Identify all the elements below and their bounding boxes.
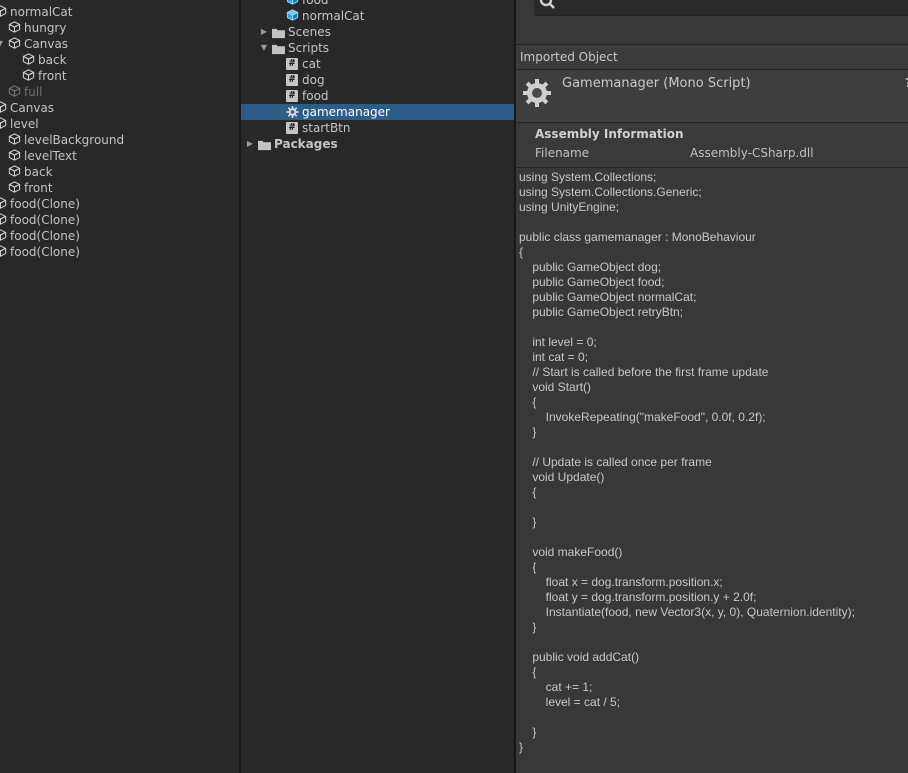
hierarchy-item[interactable]: food(Clone) <box>0 244 240 260</box>
folder-icon <box>258 140 271 151</box>
hierarchy-panel: normalCat hungry ▼ Canvas back front full Canva… <box>0 0 240 773</box>
cube-icon <box>8 165 21 177</box>
hierarchy-item[interactable]: ▼ Canvas <box>0 36 240 52</box>
cube-icon <box>8 85 21 97</box>
cube-icon <box>0 5 7 17</box>
folder-icon <box>272 44 285 55</box>
cube-icon <box>0 213 7 225</box>
hierarchy-item-label: levelBackground <box>24 133 125 147</box>
gear-icon <box>286 106 299 118</box>
project-item[interactable]: food <box>241 0 514 8</box>
cube-icon <box>8 133 21 145</box>
project-panel: food normalCat ▶ Scenes ▼ Scripts # cat # dog # foo… <box>241 0 514 773</box>
hierarchy-item[interactable]: back <box>0 164 240 180</box>
hierarchy-item[interactable]: levelBackground <box>0 132 240 148</box>
script-source-preview: using System.Collections; using System.C… <box>519 170 855 754</box>
divider <box>516 167 908 168</box>
hierarchy-item[interactable]: ▼level <box>0 116 240 132</box>
project-item[interactable]: ▼ Scripts <box>241 40 514 56</box>
project-item[interactable]: # cat <box>241 56 514 72</box>
project-item[interactable]: ▶ Scenes <box>241 24 514 40</box>
hierarchy-item-label: food(Clone) <box>10 229 80 243</box>
hierarchy-item-label: hungry <box>24 21 67 35</box>
cube-icon <box>0 117 7 129</box>
hierarchy-item-label: level <box>10 117 39 131</box>
prefab-icon <box>286 0 299 5</box>
search-icon <box>539 0 555 9</box>
hierarchy-item[interactable]: food(Clone) <box>0 196 240 212</box>
cube-icon <box>0 245 7 257</box>
hierarchy-item[interactable]: food(Clone) <box>0 228 240 244</box>
project-item-label: food <box>302 89 329 103</box>
project-item-label: normalCat <box>302 9 365 23</box>
project-item-label: Packages <box>274 137 338 151</box>
collapse-arrow-icon[interactable]: ▶ <box>259 24 269 40</box>
project-item-label: gamemanager <box>302 105 390 119</box>
hierarchy-item-label: back <box>24 165 53 179</box>
hierarchy-item[interactable]: front <box>0 180 240 196</box>
expand-arrow-icon[interactable]: ▼ <box>259 40 269 56</box>
hierarchy-item-label: levelText <box>24 149 77 163</box>
hierarchy-item-label: food(Clone) <box>10 213 80 227</box>
collapse-arrow-icon[interactable]: ▶ <box>245 136 255 152</box>
project-item[interactable]: # food <box>241 88 514 104</box>
assembly-info-title: Assembly Information <box>535 127 684 141</box>
inspector-panel: Imported Object Gamemanager (Mono Script… <box>516 0 908 773</box>
cube-icon <box>22 53 35 65</box>
hierarchy-item-label: Canvas <box>10 101 55 115</box>
script-icon: # <box>286 90 298 102</box>
assembly-info-section: Assembly Information Filename Assembly-C… <box>516 123 908 167</box>
project-item[interactable]: # startBtn <box>241 120 514 136</box>
inspector-search-field[interactable] <box>534 0 908 16</box>
imported-object-header: Imported Object <box>516 45 908 69</box>
filename-value: Assembly-CSharp.dll <box>690 146 814 160</box>
hierarchy-item-label: front <box>38 69 67 83</box>
cube-icon <box>8 149 21 161</box>
hierarchy-item-label: full <box>24 85 43 99</box>
hierarchy-item[interactable]: front <box>0 68 240 84</box>
project-item-label: food <box>302 0 329 7</box>
hierarchy-item-label: Canvas <box>24 37 69 51</box>
cube-icon <box>8 37 21 49</box>
cube-icon <box>8 21 21 33</box>
script-icon: # <box>286 74 298 86</box>
cube-icon <box>22 69 35 81</box>
cube-icon <box>0 229 7 241</box>
project-item-label: dog <box>302 73 325 87</box>
filename-label: Filename <box>535 146 590 160</box>
script-icon: # <box>286 58 298 70</box>
hierarchy-item-label: back <box>38 53 67 67</box>
cube-icon <box>0 197 7 209</box>
expand-arrow-icon[interactable]: ▼ <box>0 36 5 52</box>
object-header: Gamemanager (Mono Script) ? <box>516 70 908 122</box>
project-item-label: Scripts <box>288 41 330 55</box>
project-item-label: cat <box>302 57 321 71</box>
hierarchy-item[interactable]: full <box>0 84 240 100</box>
hierarchy-item-label: front <box>24 181 53 195</box>
project-item[interactable]: normalCat <box>241 8 514 24</box>
hierarchy-item-label: food(Clone) <box>10 245 80 259</box>
hierarchy-item[interactable]: hungry <box>0 20 240 36</box>
project-item[interactable]: ▶ Packages <box>241 136 514 152</box>
hierarchy-item-label: food(Clone) <box>10 197 80 211</box>
folder-icon <box>272 28 285 39</box>
hierarchy-item[interactable]: Canvas <box>0 100 240 116</box>
script-icon: # <box>286 122 298 134</box>
project-item[interactable]: # dog <box>241 72 514 88</box>
project-item[interactable]: gamemanager <box>241 104 514 120</box>
cube-icon <box>0 101 7 113</box>
project-item-label: Scenes <box>288 25 331 39</box>
hierarchy-item[interactable]: back <box>0 52 240 68</box>
cube-icon <box>8 181 21 193</box>
hierarchy-item[interactable]: food(Clone) <box>0 212 240 228</box>
hierarchy-item-label: normalCat <box>10 5 73 19</box>
prefab-icon <box>286 9 299 21</box>
hierarchy-item[interactable]: normalCat <box>0 4 240 20</box>
script-gear-icon <box>523 79 551 107</box>
project-item-label: startBtn <box>302 121 351 135</box>
object-title: Gamemanager (Mono Script) <box>562 76 751 91</box>
hierarchy-item[interactable]: levelText <box>0 148 240 164</box>
